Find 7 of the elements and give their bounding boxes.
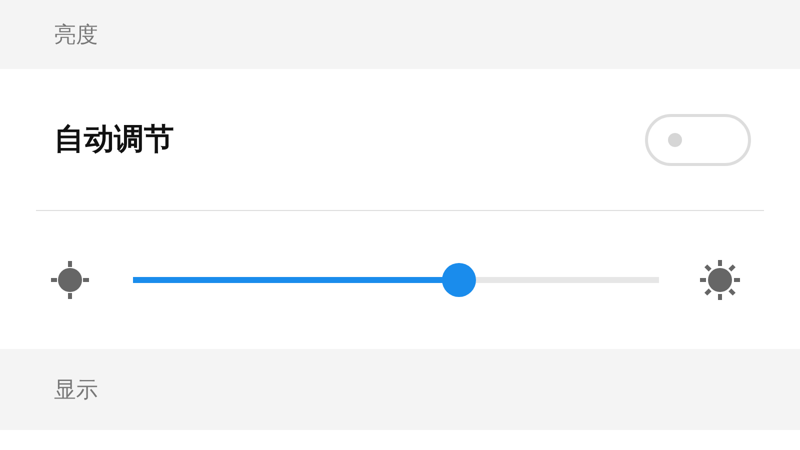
slider-thumb[interactable]: [442, 263, 476, 297]
toggle-switch[interactable]: [645, 114, 751, 166]
setting-label: 自动调节: [54, 121, 174, 159]
section-title: 亮度: [54, 22, 98, 50]
bright-sun-icon: [698, 258, 742, 302]
section-title: 显示: [54, 376, 98, 404]
dim-brightness-icon: [48, 258, 92, 302]
